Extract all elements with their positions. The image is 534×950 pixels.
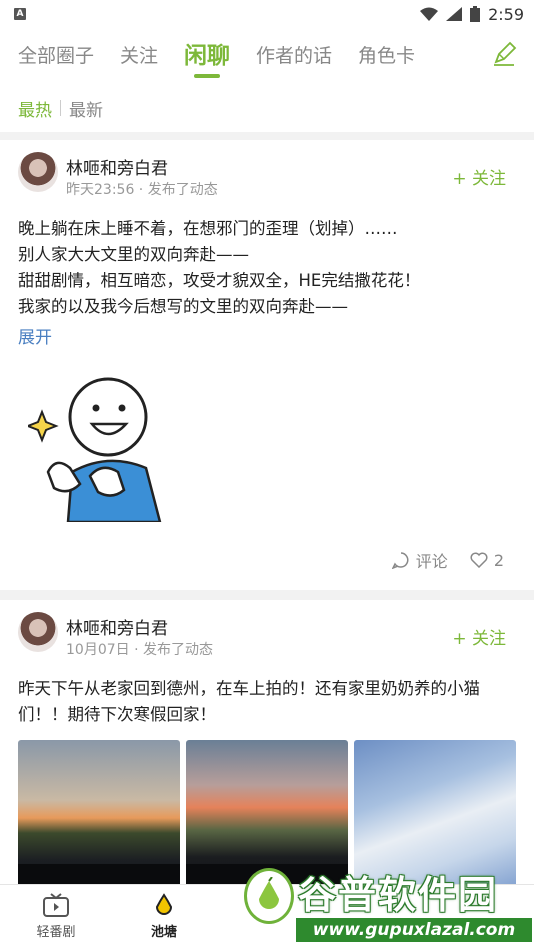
post-time: 10月07日 · 发布了动态: [66, 642, 213, 658]
post-time: 昨天23:56 · 发布了动态: [66, 182, 218, 198]
signal-icon: [446, 7, 463, 21]
tab-chat[interactable]: 闲聊: [184, 28, 230, 84]
heart-icon: [470, 552, 488, 568]
follow-button[interactable]: + 关注: [452, 624, 506, 649]
username[interactable]: 林咂和旁白君: [66, 154, 168, 179]
post-card[interactable]: 林咂和旁白君 昨天23:56 · 发布了动态 + 关注 晚上躺在床上睡不着，在想…: [0, 140, 534, 590]
expand-link[interactable]: 展开: [18, 323, 52, 348]
post-content[interactable]: 昨天下午从老家回到德州，在车上拍的！还有家里奶奶养的小猫 们！！期待下次寒假回家…: [18, 676, 516, 728]
status-bar: A 2:59: [0, 0, 534, 28]
nav-label: 池塘: [150, 925, 177, 940]
category-tabs: 全部圈子 关注 闲聊 作者的话 角色卡: [0, 28, 534, 84]
pear-logo-icon: [244, 868, 294, 924]
like-button[interactable]: 2: [470, 551, 504, 570]
tab-all-circles[interactable]: 全部圈子: [18, 28, 94, 84]
compose-icon[interactable]: [490, 40, 518, 68]
username[interactable]: 林咂和旁白君: [66, 614, 168, 639]
post-card[interactable]: 林咂和旁白君 10月07日 · 发布了动态 + 关注 昨天下午从老家回到德州，在…: [0, 600, 534, 890]
wifi-icon: [420, 7, 439, 21]
watermark-title: 谷普软件园: [298, 873, 499, 917]
watermark-overlay: 谷普软件园 www.gupuxlazal.com: [244, 862, 534, 950]
sort-filter: 最热 最新: [0, 84, 534, 132]
post-content[interactable]: 晚上躺在床上睡不着，在想邪门的歪理（划掉）…… 别人家大大文里的双向奔赴—— 甜…: [18, 216, 516, 320]
avatar[interactable]: [18, 612, 58, 652]
content-line: 们！！期待下次寒假回家！: [18, 705, 216, 724]
sort-new[interactable]: 最新: [69, 96, 103, 121]
content-line: 别人家大大文里的双向奔赴——: [18, 245, 249, 264]
tab-author-words[interactable]: 作者的话: [256, 28, 332, 84]
tab-following[interactable]: 关注: [120, 28, 158, 84]
nav-pond[interactable]: 池塘: [124, 893, 204, 940]
post-actions: 评论 2: [391, 548, 504, 572]
sticker-image[interactable]: [28, 372, 168, 522]
divider: [60, 100, 61, 116]
battery-icon: [470, 6, 481, 22]
comment-label: 评论: [415, 552, 448, 571]
nav-light-drama[interactable]: 轻番剧: [16, 893, 96, 940]
photo-sunset-car-1[interactable]: [18, 740, 180, 890]
content-line: 昨天下午从老家回到德州，在车上拍的！还有家里奶奶养的小猫: [18, 679, 480, 698]
like-count: 2: [493, 550, 504, 570]
watermark-url: www.gupuxlazal.com: [296, 918, 532, 942]
follow-button[interactable]: + 关注: [452, 164, 506, 189]
content-line: 我家的以及我今后想写的文里的双向奔赴——: [18, 297, 348, 316]
sort-hot[interactable]: 最热: [18, 96, 52, 121]
notification-a-icon: A: [14, 8, 26, 20]
pear-icon: [155, 893, 173, 915]
tv-icon: [43, 893, 69, 917]
avatar[interactable]: [18, 152, 58, 192]
comment-button[interactable]: 评论: [391, 548, 448, 572]
clock: 2:59: [488, 4, 524, 24]
content-line: 甜甜剧情，相互暗恋，攻受才貌双全，HE完结撒花花！: [18, 271, 421, 290]
comment-icon: [391, 552, 409, 569]
tab-character-card[interactable]: 角色卡: [358, 28, 415, 84]
content-line: 晚上躺在床上睡不着，在想邪门的歪理（划掉）……: [18, 219, 398, 238]
nav-label: 轻番剧: [36, 925, 76, 940]
